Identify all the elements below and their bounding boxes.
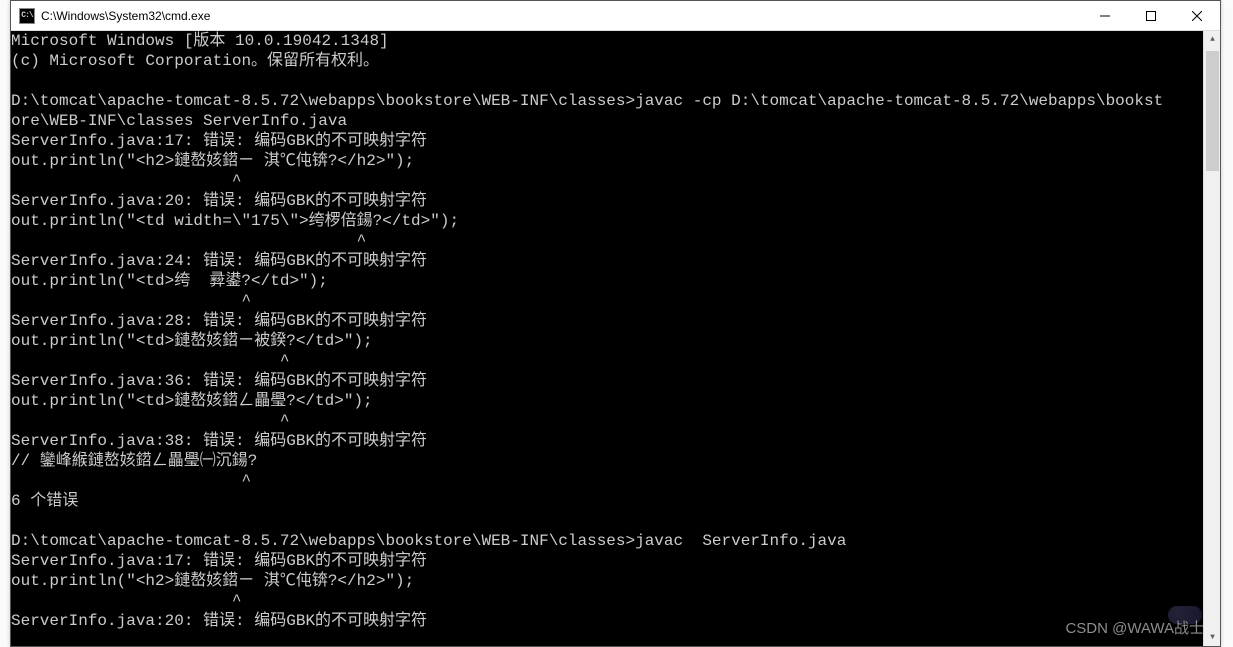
cmd-icon-text: C:\ xyxy=(21,11,32,20)
minimize-button[interactable] xyxy=(1082,1,1128,31)
window-controls xyxy=(1082,1,1220,31)
close-button[interactable] xyxy=(1174,1,1220,31)
left-background-strip xyxy=(0,0,10,647)
right-background-strip xyxy=(1221,0,1233,647)
window-title: C:\Windows\System32\cmd.exe xyxy=(41,9,210,23)
titlebar[interactable]: C:\ C:\Windows\System32\cmd.exe xyxy=(11,1,1220,31)
scroll-down-arrow-icon[interactable]: ▼ xyxy=(1204,629,1220,646)
vertical-scrollbar[interactable]: ▲ ▼ xyxy=(1203,31,1220,646)
cmd-window: C:\ C:\Windows\System32\cmd.exe Microsof… xyxy=(10,0,1221,647)
scrollbar-thumb[interactable] xyxy=(1206,51,1219,171)
scroll-up-arrow-icon[interactable]: ▲ xyxy=(1204,31,1220,48)
console-output[interactable]: Microsoft Windows [版本 10.0.19042.1348] (… xyxy=(11,31,1203,646)
maximize-button[interactable] xyxy=(1128,1,1174,31)
title-left: C:\ C:\Windows\System32\cmd.exe xyxy=(11,8,210,24)
cmd-icon: C:\ xyxy=(19,8,35,24)
console-wrap: Microsoft Windows [版本 10.0.19042.1348] (… xyxy=(11,31,1220,646)
